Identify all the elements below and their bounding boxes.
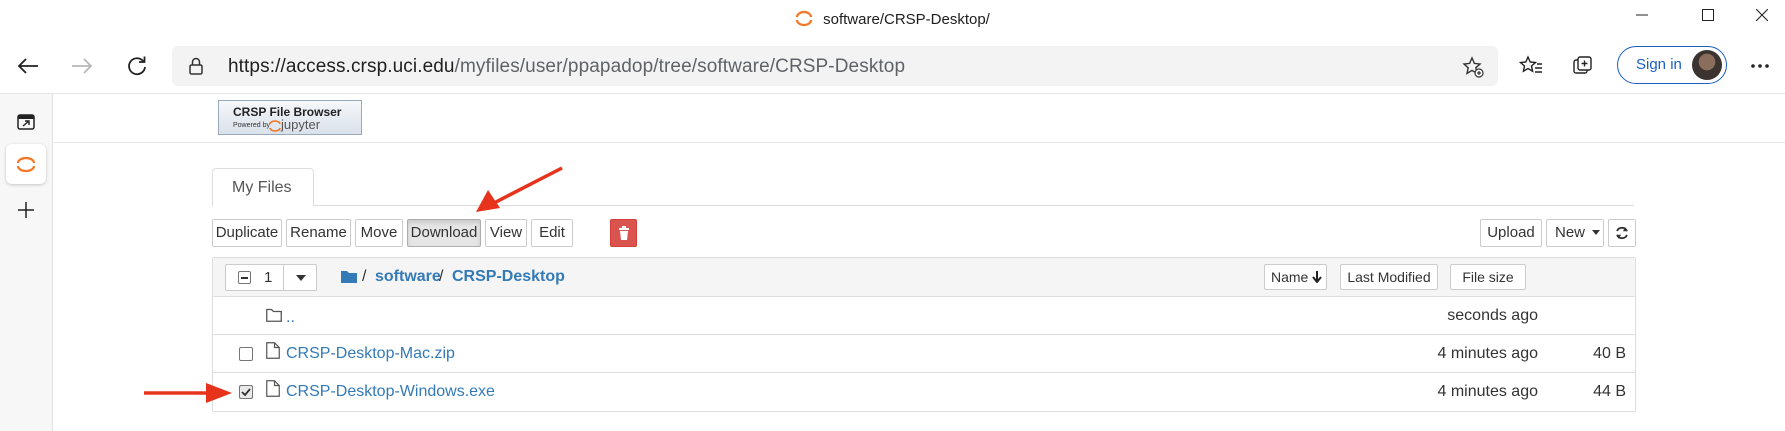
tab-my-files[interactable]: My Files	[212, 168, 314, 207]
refresh-list-button[interactable]	[1608, 219, 1636, 247]
minimize-button[interactable]	[1619, 0, 1665, 30]
logo-jupyter: jupyter	[281, 117, 321, 132]
breadcrumb-software[interactable]: software	[375, 268, 441, 286]
file-size: 44 B	[1593, 383, 1626, 400]
crsp-logo[interactable]: CRSP File Browser Powered by jupyter	[218, 100, 362, 135]
download-button[interactable]: Download	[407, 219, 481, 247]
sort-by-modified-button[interactable]: Last Modified	[1340, 264, 1438, 290]
jupyter-logo-icon	[269, 120, 281, 132]
plus-icon	[18, 202, 34, 218]
close-icon	[1756, 9, 1768, 21]
select-all-dropdown[interactable]: 1	[225, 264, 317, 291]
modified-time: 4 minutes ago	[1437, 383, 1538, 400]
back-button[interactable]	[9, 48, 47, 84]
page-content: CRSP File Browser Powered by jupyter My …	[54, 95, 1785, 431]
table-row[interactable]: .. seconds ago	[213, 297, 1635, 335]
minimize-icon	[1636, 14, 1648, 16]
edit-button[interactable]: Edit	[531, 219, 573, 247]
breadcrumb-separator: /	[439, 268, 444, 285]
table-row[interactable]: CRSP-Desktop-Windows.exe 4 minutes ago 4…	[213, 373, 1635, 411]
window-titlebar: software/CRSP-Desktop/	[0, 0, 1785, 38]
signin-button[interactable]: Sign in	[1617, 46, 1727, 84]
folder-icon	[266, 308, 282, 322]
arrow-left-icon	[17, 58, 38, 74]
checkmark-icon	[239, 385, 253, 399]
favorites-star-icon	[1519, 55, 1542, 73]
table-row[interactable]: CRSP-Desktop-Mac.zip 4 minutes ago 40 B	[213, 335, 1635, 373]
sidebar-tab-actions[interactable]	[6, 102, 46, 142]
trash-icon	[618, 226, 629, 240]
window-title: software/CRSP-Desktop/	[0, 9, 1785, 28]
row-checkbox[interactable]	[239, 347, 253, 361]
move-button[interactable]: Move	[355, 219, 403, 247]
folder-home-icon[interactable]	[341, 270, 357, 283]
file-tabs: My Files	[212, 168, 1634, 207]
sort-by-size-button[interactable]: File size	[1450, 264, 1526, 290]
avatar	[1692, 50, 1722, 80]
browser-navbar: https://access.crsp.uci.edu/myfiles/user…	[0, 38, 1785, 94]
upload-button[interactable]: Upload	[1480, 219, 1542, 247]
view-button[interactable]: View	[485, 219, 527, 247]
signin-label: Sign in	[1636, 56, 1682, 73]
new-label: New	[1555, 224, 1586, 241]
address-bar[interactable]: https://access.crsp.uci.edu/myfiles/user…	[172, 46, 1498, 86]
file-icon	[266, 380, 280, 397]
jupyter-tab-icon	[796, 10, 813, 27]
selected-count: 1	[264, 269, 273, 286]
add-favorite-icon[interactable]	[1462, 56, 1484, 78]
more-menu-button[interactable]	[1741, 48, 1779, 84]
file-list-header: 1 / software / CRSP-Desktop Name Last Mo…	[213, 258, 1635, 297]
sidebar-new-tab[interactable]	[6, 190, 46, 230]
window-title-text: software/CRSP-Desktop/	[823, 11, 990, 28]
lock-icon	[189, 57, 203, 75]
arrow-down-icon	[1312, 271, 1323, 284]
modified-time: 4 minutes ago	[1437, 345, 1538, 362]
rename-button[interactable]: Rename	[286, 219, 351, 247]
url-host: https://access.crsp.uci.edu	[228, 56, 455, 77]
file-icon	[266, 342, 280, 359]
caret-down-icon	[296, 275, 306, 281]
delete-button[interactable]	[610, 219, 637, 247]
sort-by-name-button[interactable]: Name	[1264, 264, 1327, 290]
duplicate-button[interactable]: Duplicate	[212, 219, 282, 247]
jupyter-icon	[16, 156, 36, 173]
forward-button[interactable]	[63, 48, 101, 84]
file-link-windows-exe[interactable]: CRSP-Desktop-Windows.exe	[286, 383, 495, 401]
refresh-button[interactable]	[118, 48, 156, 84]
maximize-button[interactable]	[1685, 0, 1731, 30]
file-link-mac-zip[interactable]: CRSP-Desktop-Mac.zip	[286, 345, 455, 363]
favorites-button[interactable]	[1512, 48, 1550, 84]
app-header: CRSP File Browser Powered by jupyter	[54, 95, 1785, 143]
file-size: 40 B	[1593, 345, 1626, 362]
maximize-icon	[1702, 9, 1714, 21]
more-dots-icon	[1751, 64, 1769, 68]
collections-icon	[1573, 56, 1592, 74]
url-text: https://access.crsp.uci.edu/myfiles/user…	[228, 56, 905, 78]
close-window-button[interactable]	[1739, 0, 1785, 30]
url-path: /myfiles/user/ppapadop/tree/software/CRS…	[454, 56, 906, 77]
row-checkbox-checked[interactable]	[239, 385, 253, 399]
collections-button[interactable]	[1565, 48, 1603, 84]
logo-powered-by: Powered by	[233, 122, 270, 129]
sidebar-tab-jupyter[interactable]	[6, 144, 46, 184]
new-dropdown-button[interactable]: New	[1546, 219, 1604, 247]
file-list: 1 / software / CRSP-Desktop Name Last Mo…	[212, 257, 1636, 412]
select-all-checkbox[interactable]	[238, 271, 251, 284]
caret-down-icon	[1592, 230, 1601, 235]
refresh-icon	[128, 56, 146, 76]
tab-actions-icon	[17, 114, 35, 130]
sort-name-label: Name	[1271, 269, 1309, 285]
arrow-right-icon	[72, 58, 93, 74]
modified-time: seconds ago	[1447, 307, 1538, 324]
parent-folder-link[interactable]: ..	[286, 309, 295, 327]
breadcrumb-crsp-desktop[interactable]: CRSP-Desktop	[452, 268, 565, 286]
breadcrumb-separator: /	[362, 268, 367, 285]
browser-sidebar	[0, 94, 53, 431]
refresh-icon	[1616, 226, 1628, 240]
